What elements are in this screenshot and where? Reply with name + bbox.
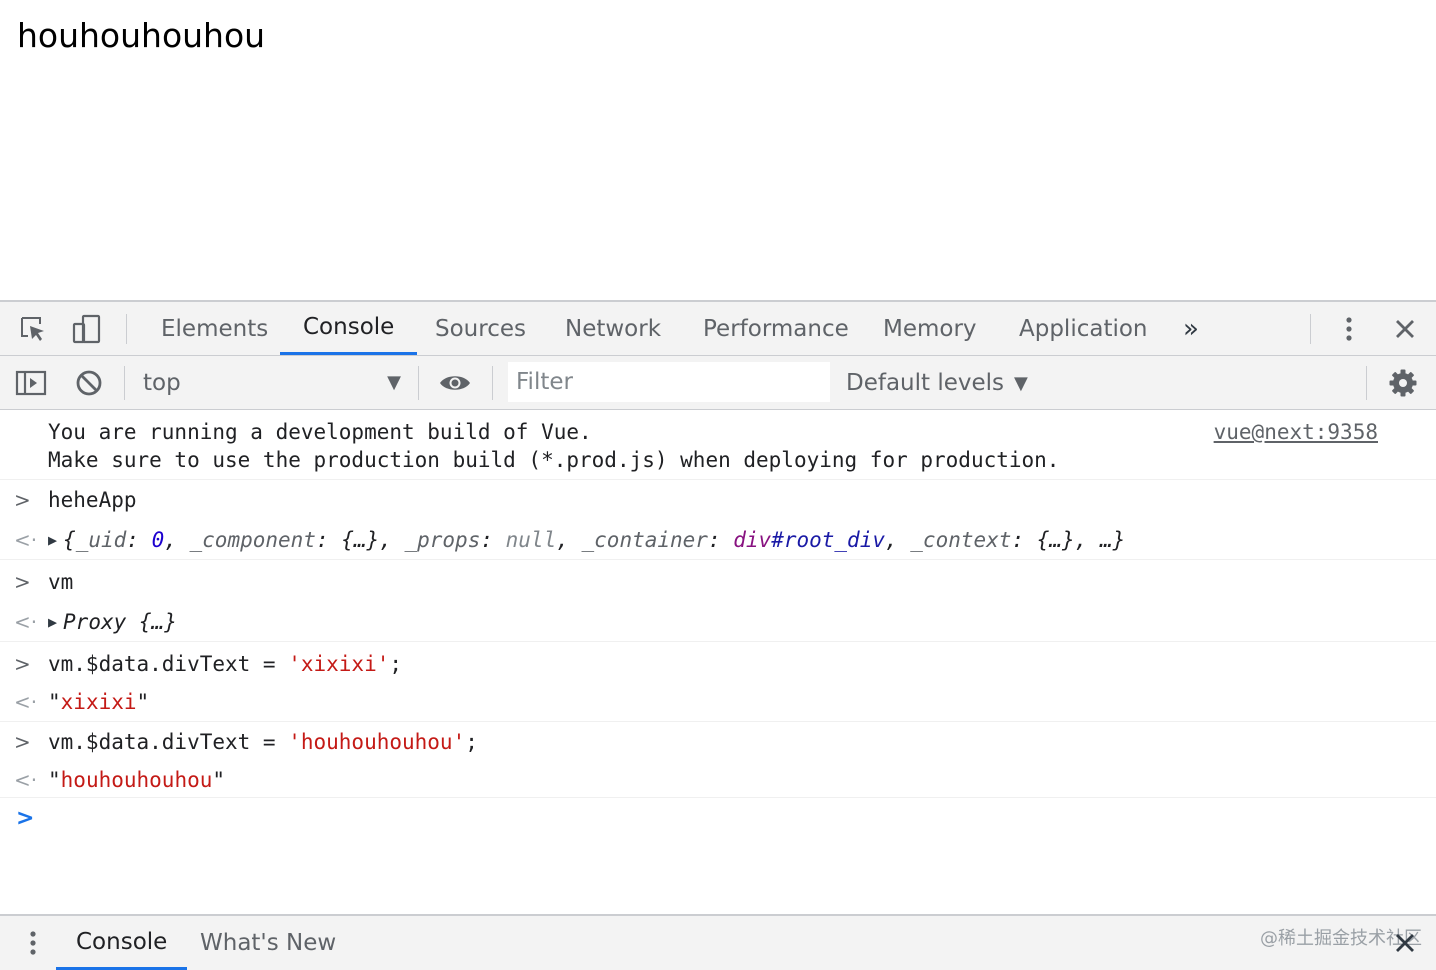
toolbar-divider bbox=[418, 366, 419, 400]
drawer-tabbar: Console What's New @稀土掘金技术社区 bbox=[0, 914, 1436, 970]
kebab-menu-icon[interactable] bbox=[16, 926, 50, 960]
close-icon[interactable] bbox=[1388, 312, 1422, 346]
log-levels-value: Default levels bbox=[846, 370, 1005, 396]
tab-application[interactable]: Application bbox=[996, 302, 1171, 355]
toolbar-divider bbox=[126, 314, 127, 344]
tab-memory[interactable]: Memory bbox=[860, 302, 1000, 355]
console-result-object[interactable]: ▶ {_uid: 0, _component: {…}, _props: null… bbox=[48, 528, 1125, 552]
console-entry: > vm.$data.divText = 'xixixi'; <· "xixix… bbox=[0, 644, 1436, 722]
result-prompt-icon: <· bbox=[14, 690, 38, 714]
clear-console-icon[interactable] bbox=[72, 366, 106, 400]
console-input: vm.$data.divText = 'xixixi'; bbox=[48, 652, 403, 676]
console-result-string: "xixixi" bbox=[48, 690, 150, 714]
inspect-element-icon[interactable] bbox=[16, 312, 50, 346]
chevron-down-icon: ▼ bbox=[387, 372, 401, 393]
eye-icon[interactable] bbox=[438, 366, 472, 400]
page-viewport: houhouhouhou bbox=[0, 0, 1436, 300]
result-prompt-icon: <· bbox=[14, 528, 38, 552]
page-text: houhouhouhou bbox=[17, 16, 266, 55]
input-prompt-icon: > bbox=[14, 730, 31, 754]
warning-line-1: You are running a development build of V… bbox=[48, 420, 592, 444]
console-result-object[interactable]: ▶ Proxy {…} bbox=[48, 610, 177, 634]
console-prompt-input[interactable]: > bbox=[16, 806, 34, 831]
console-output[interactable]: You are running a development build of V… bbox=[0, 410, 1436, 914]
more-tabs-button[interactable]: » bbox=[1160, 302, 1222, 355]
expand-triangle-icon[interactable]: ▶ bbox=[48, 613, 57, 631]
toolbar-divider bbox=[1366, 366, 1367, 400]
warning-line-2: Make sure to use the production build (*… bbox=[48, 448, 1060, 472]
console-toolbar: top ▼ Default levels ▼ bbox=[0, 356, 1436, 410]
toolbar-divider bbox=[124, 366, 125, 400]
sidebar-toggle-icon[interactable] bbox=[14, 366, 48, 400]
result-prompt-icon: <· bbox=[14, 768, 38, 792]
context-selector[interactable]: top ▼ bbox=[143, 366, 405, 400]
input-prompt-icon: > bbox=[14, 570, 31, 594]
tab-console[interactable]: Console bbox=[280, 302, 418, 355]
filter-input[interactable] bbox=[508, 362, 830, 402]
context-selector-value: top bbox=[143, 370, 181, 396]
console-input: vm.$data.divText = 'houhouhouhou'; bbox=[48, 730, 478, 754]
result-prompt-icon: <· bbox=[14, 610, 38, 634]
device-toolbar-icon[interactable] bbox=[70, 312, 104, 346]
console-message-warning: You are running a development build of V… bbox=[0, 410, 1436, 480]
console-entry: > heheApp <· ▶ {_uid: 0, _component: {…},… bbox=[0, 480, 1436, 560]
chevron-down-icon: ▼ bbox=[1014, 372, 1028, 394]
devtools-tabbar: Elements Console Sources Network Perform… bbox=[0, 300, 1436, 356]
console-input: vm bbox=[48, 570, 74, 594]
console-entry: > vm.$data.divText = 'houhouhouhou'; <· … bbox=[0, 722, 1436, 798]
console-result-string: "houhouhouhou" bbox=[48, 768, 226, 792]
toolbar-divider bbox=[492, 366, 493, 400]
input-prompt-icon: > bbox=[14, 652, 31, 676]
tab-elements[interactable]: Elements bbox=[138, 302, 291, 355]
source-link[interactable]: vue@next:9358 bbox=[1214, 420, 1378, 444]
close-drawer-icon[interactable] bbox=[1388, 926, 1422, 960]
expand-triangle-icon[interactable]: ▶ bbox=[48, 531, 57, 549]
kebab-menu-icon[interactable] bbox=[1332, 312, 1366, 346]
tab-network[interactable]: Network bbox=[542, 302, 684, 355]
drawer-tab-console[interactable]: Console bbox=[56, 916, 188, 970]
tab-performance[interactable]: Performance bbox=[680, 302, 872, 355]
input-prompt-icon: > bbox=[14, 488, 31, 512]
console-entry: > vm <· ▶ Proxy {…} bbox=[0, 562, 1436, 642]
gear-icon[interactable] bbox=[1386, 366, 1420, 400]
log-levels-dropdown[interactable]: Default levels ▼ bbox=[846, 366, 1028, 400]
console-input: heheApp bbox=[48, 488, 137, 512]
drawer-tab-whats-new[interactable]: What's New bbox=[180, 916, 356, 970]
tab-sources[interactable]: Sources bbox=[412, 302, 549, 355]
toolbar-divider bbox=[1310, 314, 1311, 344]
devtools-panel: Elements Console Sources Network Perform… bbox=[0, 300, 1436, 970]
